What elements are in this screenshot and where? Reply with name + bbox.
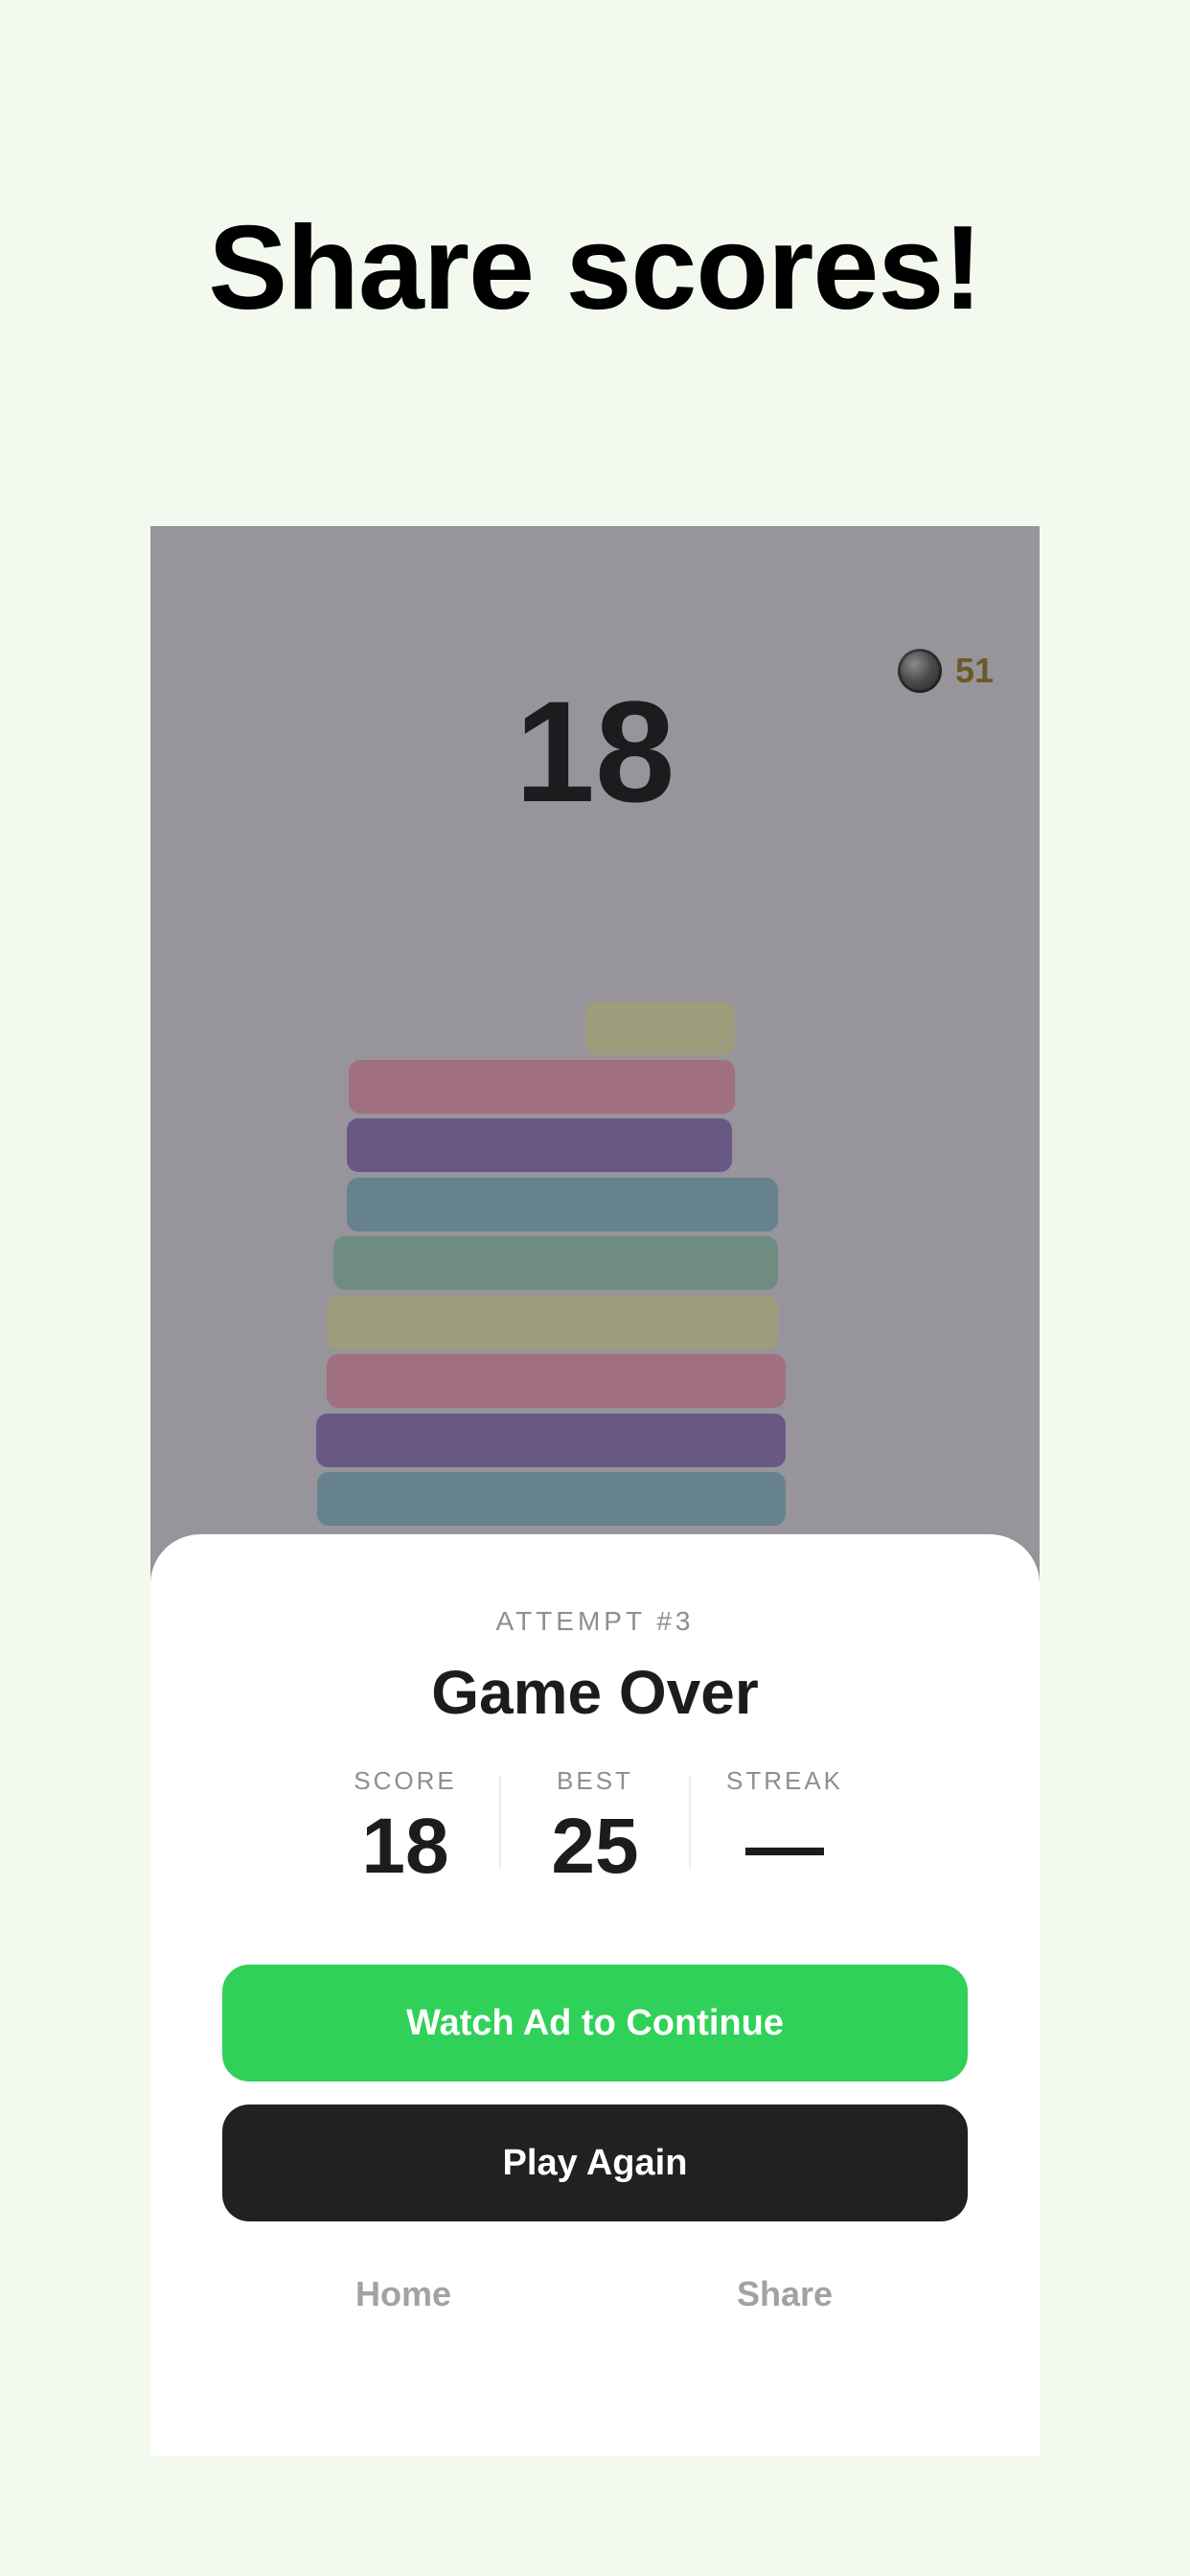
share-link[interactable]: Share <box>641 2274 928 2314</box>
score-stat-label: SCORE <box>354 1766 457 1795</box>
attempt-label: ATTEMPT #3 <box>495 1606 695 1636</box>
stack-block <box>327 1354 786 1408</box>
streak-stat-value: — <box>745 1803 824 1890</box>
game-over-sheet: ATTEMPT #3 Game Over SCORE 18 BEST 25 ST… <box>150 1534 1040 2456</box>
coin-count: 51 <box>954 651 994 690</box>
stack-block <box>327 1296 778 1349</box>
current-score: 18 <box>515 671 675 832</box>
best-stat: BEST 25 <box>501 1764 689 1897</box>
stack-block <box>317 1472 786 1526</box>
stats-row: SCORE 18 BEST 25 STREAK — <box>150 1764 1040 1897</box>
streak-stat: STREAK — <box>691 1764 879 1897</box>
watch-ad-button[interactable]: Watch Ad to Continue <box>222 1965 968 2082</box>
stack-block <box>585 1001 735 1055</box>
stack-block <box>333 1236 778 1290</box>
best-stat-value: 25 <box>551 1803 639 1890</box>
score-stat-value: 18 <box>361 1803 449 1890</box>
stack-block <box>347 1118 732 1172</box>
page-headline: Share scores! <box>208 202 982 334</box>
streak-stat-label: STREAK <box>725 1766 844 1795</box>
coin-counter: 51 <box>897 649 994 693</box>
game-over-title: Game Over <box>431 1658 759 1727</box>
coin-icon <box>897 649 942 693</box>
stack-block <box>347 1178 778 1231</box>
stack-block <box>316 1414 786 1467</box>
stack-block <box>349 1060 735 1114</box>
play-again-button[interactable]: Play Again <box>222 2104 968 2221</box>
score-stat: SCORE 18 <box>311 1764 499 1897</box>
home-link[interactable]: Home <box>260 2274 547 2314</box>
best-stat-label: BEST <box>557 1766 633 1795</box>
